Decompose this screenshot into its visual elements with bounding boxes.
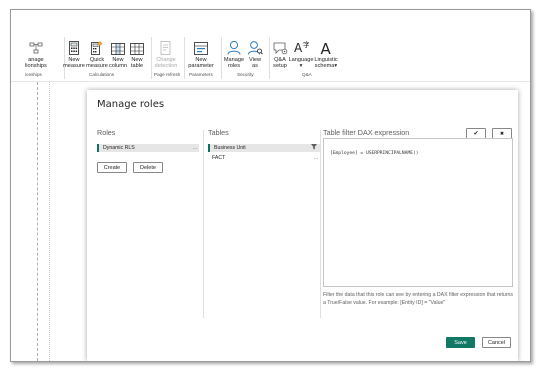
new-column-button[interactable]: New column	[109, 39, 127, 70]
manage-relationships-label-2: lionships	[25, 63, 47, 70]
new-column-label-2: column	[108, 63, 128, 70]
qa-group-label: Q&A	[302, 72, 312, 77]
quick-measure-label-2: measure	[86, 63, 108, 70]
canvas-guide-line	[49, 82, 51, 361]
new-table-button[interactable]: New table	[128, 39, 146, 70]
role-name: Dynamic RLS	[103, 145, 135, 151]
linguistic-schema-label-2: schema	[314, 63, 335, 70]
calculations-group-label: Calculations	[89, 72, 115, 77]
table-item-fact[interactable]: FACT ...	[208, 154, 320, 162]
linguistic-schema-button[interactable]: A Linguistic schema▾	[313, 39, 339, 70]
dax-expression-editor[interactable]: [Employee] = USERPRINCIPALNAME()	[323, 138, 513, 287]
relationships-icon	[29, 39, 43, 55]
check-icon: ✔	[473, 131, 479, 137]
quick-measure-button[interactable]: Quick measure	[86, 39, 108, 70]
qa-setup-icon	[273, 39, 288, 55]
save-button[interactable]: Save	[446, 337, 475, 348]
delete-button[interactable]: Delete	[133, 162, 163, 173]
new-table-label-2: table	[130, 63, 144, 70]
relationships-group-label: ionships	[25, 72, 42, 77]
qa-setup-button[interactable]: Q&A setup	[270, 39, 290, 70]
svg-text:字: 字	[303, 40, 309, 49]
change-detection-button[interactable]: Change detection	[151, 39, 181, 70]
dax-expression-text: [Employee] = USERPRINCIPALNAME()	[330, 151, 419, 156]
manage-relationships-button[interactable]: anage lionships	[25, 39, 47, 70]
column-divider	[320, 130, 321, 318]
new-measure-button[interactable]: New measure	[63, 39, 85, 70]
view-as-label-2: as	[252, 63, 258, 70]
manage-roles-button[interactable]: Manage roles	[223, 39, 245, 70]
ribbon-separator	[221, 37, 222, 79]
calculator-icon	[69, 39, 79, 55]
change-detection-label-2: detection	[154, 63, 178, 70]
change-detection-icon	[160, 39, 172, 55]
manage-roles-label-2: roles	[227, 63, 241, 70]
svg-text:A: A	[320, 40, 331, 55]
tables-header: Tables	[208, 128, 229, 137]
close-icon: ✖	[499, 130, 505, 137]
role-item-dynamic-rls[interactable]: Dynamic RLS ...	[97, 144, 199, 152]
new-parameter-label-2: parameter	[188, 63, 214, 70]
create-button[interactable]: Create	[97, 162, 127, 173]
table-name: Business Unit	[214, 145, 246, 151]
ribbon-separator	[184, 37, 185, 79]
svg-text:A: A	[294, 41, 303, 55]
cancel-button[interactable]: Cancel	[482, 337, 511, 348]
manage-roles-dialog: Manage roles Roles Dynamic RLS ... Creat…	[87, 90, 518, 361]
table-item-business-unit[interactable]: Business Unit	[208, 144, 320, 152]
ribbon: anage lionships ionships New measure Qui…	[11, 10, 530, 81]
parameter-icon	[194, 39, 208, 55]
help-text: Filter the data that this role can see b…	[323, 292, 514, 306]
view-as-icon	[247, 39, 263, 55]
filter-icon	[311, 144, 318, 153]
table-name: FACT	[212, 155, 226, 161]
new-parameter-button[interactable]: New parameter	[186, 39, 216, 70]
security-group-label: Security	[237, 72, 254, 77]
page-refresh-group-label: Page refresh	[154, 72, 181, 77]
canvas-guide-line	[37, 82, 39, 361]
qa-setup-label-2: setup	[273, 63, 287, 70]
role-more-options[interactable]: ...	[193, 144, 197, 152]
column-divider	[203, 130, 204, 318]
table-icon	[130, 39, 144, 55]
language-dropdown-icon: ▾	[299, 63, 303, 70]
new-measure-label-2: measure	[63, 63, 85, 70]
linguistic-schema-icon: A	[320, 39, 333, 55]
quick-measure-icon	[91, 39, 103, 55]
linguistic-schema-label-2-wrap: schema▾	[314, 63, 338, 70]
dialog-title: Manage roles	[97, 99, 165, 110]
table-column-icon	[111, 39, 125, 55]
parameters-group-label: Parameters	[189, 72, 213, 77]
language-icon: A字	[294, 39, 309, 55]
app-window: anage lionships ionships New measure Qui…	[10, 9, 531, 362]
ribbon-divider	[11, 81, 530, 82]
roles-header: Roles	[97, 128, 116, 137]
dax-header: Table filter DAX expression	[323, 128, 410, 137]
person-icon	[227, 39, 241, 55]
view-as-button[interactable]: View as	[246, 39, 264, 70]
language-button[interactable]: A字 Language ▾	[289, 39, 314, 70]
table-more-options[interactable]: ...	[314, 154, 318, 162]
